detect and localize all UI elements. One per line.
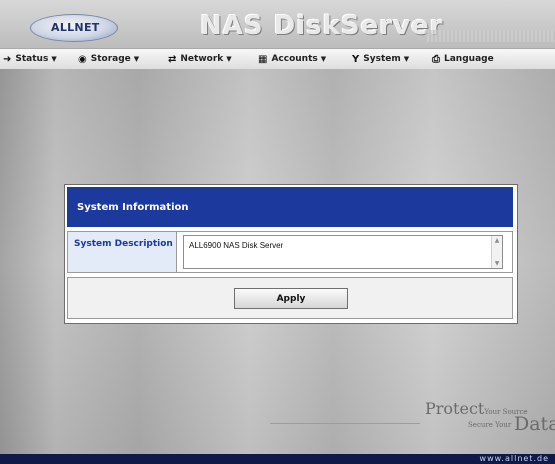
apply-button[interactable]: Apply (234, 288, 348, 309)
footer-bar: www.allnet.de (0, 454, 555, 464)
textarea-scrollbar[interactable]: ▲ ▼ (491, 236, 502, 268)
menu-accounts-label: Accounts (271, 54, 318, 64)
menu-status-label: Status (15, 54, 49, 64)
brand-data: Data (514, 413, 555, 435)
menu-network[interactable]: ⇄ Network ▼ (168, 52, 232, 66)
menu-system-label: System (363, 54, 401, 64)
disc-icon: ◉ (78, 53, 87, 65)
footer-url[interactable]: www.allnet.de (480, 454, 549, 463)
system-information-panel: System Information System Description AL… (64, 184, 518, 324)
header-decoration (425, 30, 555, 42)
system-description-field[interactable]: ALL6900 NAS Disk Server ▲ ▼ (183, 235, 503, 269)
chevron-down-icon: ▼ (133, 55, 140, 63)
main-menu: ➜ Status ▼ ◉ Storage ▼ ⇄ Network ▼ ▦ Acc… (0, 48, 555, 70)
chevron-down-icon: ▼ (226, 55, 232, 63)
menu-storage[interactable]: ◉ Storage ▼ (78, 52, 139, 66)
language-icon: ⎙ (432, 53, 440, 65)
menu-status[interactable]: ➜ Status ▼ (3, 52, 57, 66)
system-description-value: ALL6900 NAS Disk Server (189, 241, 284, 250)
network-icon: ⇄ (168, 53, 177, 65)
brand-secure-your: Secure Your (468, 421, 512, 429)
chevron-down-icon: ▼ (320, 55, 327, 63)
brand-divider (270, 423, 420, 424)
allnet-logo: ALLNET (30, 14, 118, 42)
menu-language[interactable]: ⎙ Language (432, 52, 494, 66)
app-header: ALLNET NAS DiskServer (0, 0, 555, 48)
panel-title: System Information (77, 202, 189, 213)
panel-header: System Information (67, 187, 513, 227)
menu-language-label: Language (444, 54, 494, 64)
system-description-label: System Description (68, 232, 177, 272)
menu-accounts[interactable]: ▦ Accounts ▼ (258, 52, 326, 66)
scroll-up-icon[interactable]: ▲ (493, 237, 501, 244)
tools-icon: Y (352, 53, 360, 65)
arrow-icon: ➜ (3, 53, 12, 65)
system-description-row: System Description ALL6900 NAS Disk Serv… (67, 231, 513, 273)
chevron-down-icon: ▼ (403, 55, 410, 63)
users-icon: ▦ (258, 53, 268, 65)
menu-network-label: Network (180, 54, 224, 64)
scroll-down-icon[interactable]: ▼ (493, 260, 501, 267)
logo-text: ALLNET (51, 21, 100, 34)
menu-storage-label: Storage (90, 54, 131, 64)
menu-system[interactable]: Y System ▼ (352, 52, 409, 66)
panel-actions: Apply (67, 277, 513, 319)
brand-protect-word: Protect (425, 399, 485, 418)
brand-protect: ProtectYour Source (425, 399, 528, 418)
app-title: NAS DiskServer (200, 11, 444, 41)
chevron-down-icon: ▼ (51, 55, 57, 63)
